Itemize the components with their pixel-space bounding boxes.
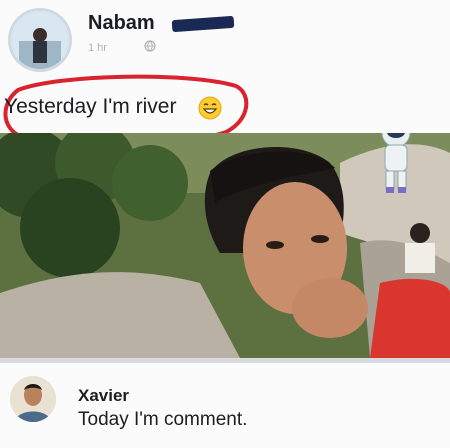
comment-author[interactable]: Xavier — [78, 386, 129, 406]
post-timestamp[interactable]: 1 hr — [88, 42, 107, 54]
post-photo[interactable] — [0, 133, 450, 358]
post-caption: Yesterday I'm river — [4, 95, 177, 118]
globe-icon — [144, 40, 156, 52]
author-name[interactable]: Nabam — [88, 12, 155, 35]
section-divider — [0, 358, 450, 363]
commenter-avatar[interactable] — [10, 376, 56, 422]
name-redaction-scribble — [171, 15, 235, 33]
comment-text: Today I'm comment. — [78, 409, 248, 430]
post-card: Nabam 1 hr Yesterday I'm river Xavier To… — [0, 0, 450, 448]
author-avatar[interactable] — [8, 8, 72, 72]
grinning-face-emoji — [198, 96, 222, 120]
